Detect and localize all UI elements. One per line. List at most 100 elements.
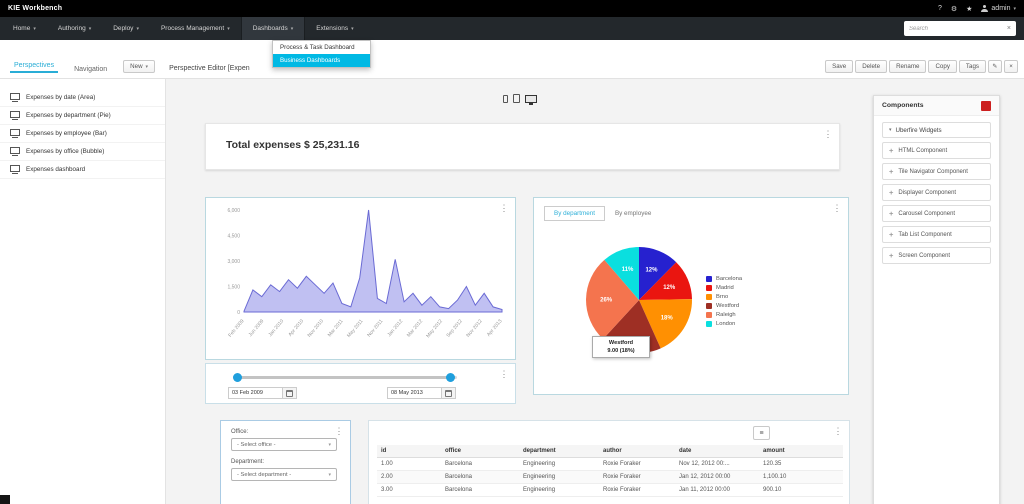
copy-button[interactable]: Copy — [928, 60, 956, 73]
component-item-html[interactable]: + HTML Component — [882, 142, 991, 159]
menu-item-business-dashboards[interactable]: Business Dashboards — [273, 54, 370, 67]
component-item-tab-list[interactable]: + Tab List Component — [882, 226, 991, 243]
user-menu[interactable]: admin ▾ — [981, 5, 1016, 12]
column-header-date[interactable]: date — [675, 445, 759, 458]
component-item-displayer[interactable]: + Displayer Component — [882, 184, 991, 201]
column-header-author[interactable]: author — [599, 445, 675, 458]
legend-item-westford[interactable]: Westford — [706, 303, 742, 309]
brand-logo[interactable]: KIE Workbench — [8, 5, 62, 12]
nav-item-home[interactable]: Home ▾ — [2, 17, 47, 40]
calendar-button[interactable] — [283, 387, 297, 399]
date-from-input[interactable] — [228, 387, 283, 399]
rename-button[interactable]: Rename — [889, 60, 926, 73]
nav-item-extensions[interactable]: Extensions ▾ — [305, 17, 364, 40]
x-axis-tick: Nov 2012 — [465, 318, 483, 338]
component-group-uberfire-widgets[interactable]: ▾ Uberfire Widgets — [882, 122, 991, 138]
table-row[interactable]: 2.00 Barcelona Engineering Roxie Foraker… — [377, 471, 843, 484]
sidebar-item-expenses-by-employee[interactable]: Expenses by employee (Bar) — [0, 125, 165, 143]
menu-item-process-task-dashboard[interactable]: Process & Task Dashboard — [273, 41, 370, 54]
editor-toolbar: Perspectives Navigation New ▾ Perspectiv… — [0, 40, 1024, 79]
tab-perspectives[interactable]: Perspectives — [10, 62, 58, 73]
office-select[interactable]: - Select office - ▾ — [231, 438, 337, 451]
nav-item-dashboards[interactable]: Dashboards ▾ — [241, 17, 306, 40]
edit-icon-button[interactable]: ✎ — [988, 60, 1002, 73]
help-icon[interactable]: ? — [938, 5, 942, 12]
kebab-menu-icon[interactable]: ⋮ — [823, 130, 833, 139]
save-button[interactable]: Save — [825, 60, 853, 73]
component-item-carousel[interactable]: + Carousel Component — [882, 205, 991, 222]
kebab-menu-icon[interactable]: ⋮ — [832, 204, 842, 213]
title-bar: KIE Workbench ? ⚙ ★ admin ▾ — [0, 0, 1024, 17]
main-nav: Home ▾ Authoring ▾ Deploy ▾ Process Mana… — [0, 17, 1024, 40]
editor-actions: Save Delete Rename Copy Tags ✎ × — [825, 60, 1018, 73]
component-item-screen[interactable]: + Screen Component — [882, 247, 991, 264]
date-slider-handle-start[interactable] — [233, 373, 242, 382]
cell-date: Jan 11, 2012 00:00 — [675, 484, 759, 497]
pie-slice-label: 18% — [661, 316, 674, 322]
panel-close-badge[interactable] — [981, 101, 991, 111]
legend-item-madrid[interactable]: Madrid — [706, 285, 742, 291]
legend-item-brno[interactable]: Brno — [706, 294, 742, 300]
x-axis-tick: May 2011 — [346, 318, 365, 339]
table-row[interactable]: 1.00 Barcelona Engineering Roxie Foraker… — [377, 458, 843, 471]
component-label: Tab List Component — [898, 232, 951, 238]
department-select-value: - Select department - — [237, 472, 291, 478]
component-item-tile-navigator[interactable]: + Tile Navigator Component — [882, 163, 991, 180]
legend-item-barcelona[interactable]: Barcelona — [706, 276, 742, 282]
column-header-department[interactable]: department — [519, 445, 599, 458]
kebab-menu-icon[interactable]: ⋮ — [499, 370, 509, 379]
table-view-button[interactable]: ≡ — [753, 426, 770, 440]
titlebar-actions: ? ⚙ ★ admin ▾ — [938, 5, 1016, 13]
search-input[interactable] — [909, 26, 1003, 32]
date-slider-handle-end[interactable] — [446, 373, 455, 382]
sidebar-item-expenses-dashboard[interactable]: Expenses dashboard — [0, 161, 165, 179]
nav-item-process-management[interactable]: Process Management ▾ — [150, 17, 241, 40]
pie-tooltip: Westford 9.00 (18%) — [592, 336, 650, 358]
y-axis-tick: 1,500 — [227, 285, 240, 291]
table-row[interactable]: 3.00 Barcelona Engineering Roxie Foraker… — [377, 484, 843, 497]
legend-item-london[interactable]: London — [706, 321, 742, 327]
tab-navigation[interactable]: Navigation — [70, 66, 111, 73]
monitor-icon — [10, 129, 20, 138]
delete-button[interactable]: Delete — [855, 60, 887, 73]
close-icon-button[interactable]: × — [1004, 60, 1018, 73]
date-range-card: ⋮ — [205, 363, 516, 404]
preview-tablet-icon[interactable] — [513, 94, 520, 103]
legend-item-raleigh[interactable]: Raleigh — [706, 312, 742, 318]
cell-amount: 120.35 — [759, 458, 843, 471]
calendar-button[interactable] — [442, 387, 456, 399]
sidebar-item-expenses-by-department[interactable]: Expenses by department (Pie) — [0, 107, 165, 125]
nav-item-authoring[interactable]: Authoring ▾ — [47, 17, 102, 40]
kebab-menu-icon[interactable]: ⋮ — [833, 427, 843, 436]
tags-button[interactable]: Tags — [959, 60, 986, 73]
x-axis-tick: Nov 2010 — [307, 318, 325, 338]
sidebar-item-expenses-by-office[interactable]: Expenses by office (Bubble) — [0, 143, 165, 161]
kebab-menu-icon[interactable]: ⋮ — [499, 204, 509, 213]
search-clear-icon[interactable]: × — [1007, 25, 1011, 32]
column-header-amount[interactable]: amount — [759, 445, 843, 458]
chevron-down-icon: ▾ — [291, 26, 294, 32]
sidebar-item-label: Expenses by office (Bubble) — [26, 148, 104, 155]
star-icon[interactable]: ★ — [966, 5, 972, 13]
component-group-label: Uberfire Widgets — [896, 127, 942, 134]
preview-desktop-icon[interactable] — [525, 95, 537, 103]
tab-by-department[interactable]: By department — [544, 206, 605, 221]
nav-item-deploy[interactable]: Deploy ▾ — [102, 17, 150, 40]
pie-card-tabs: By department By employee — [544, 206, 661, 221]
department-select[interactable]: - Select department - ▾ — [231, 468, 337, 481]
perspectives-sidebar: Expenses by date (Area) Expenses by depa… — [0, 79, 166, 504]
cell-amount: 900.10 — [759, 484, 843, 497]
preview-mobile-icon[interactable] — [503, 95, 508, 103]
tooltip-label: Westford — [595, 339, 647, 347]
new-button[interactable]: New ▾ — [123, 60, 155, 73]
column-header-id[interactable]: id — [377, 445, 441, 458]
tab-by-employee[interactable]: By employee — [605, 207, 661, 220]
sidebar-item-expenses-by-date[interactable]: Expenses by date (Area) — [0, 89, 165, 107]
kebab-menu-icon[interactable]: ⋮ — [334, 427, 344, 436]
date-to-input[interactable] — [387, 387, 442, 399]
legend-label: Brno — [716, 294, 728, 300]
x-axis-tick: Sep 2012 — [445, 318, 463, 338]
column-header-office[interactable]: office — [441, 445, 519, 458]
gear-icon[interactable]: ⚙ — [951, 5, 957, 13]
date-slider-track[interactable] — [233, 376, 457, 379]
